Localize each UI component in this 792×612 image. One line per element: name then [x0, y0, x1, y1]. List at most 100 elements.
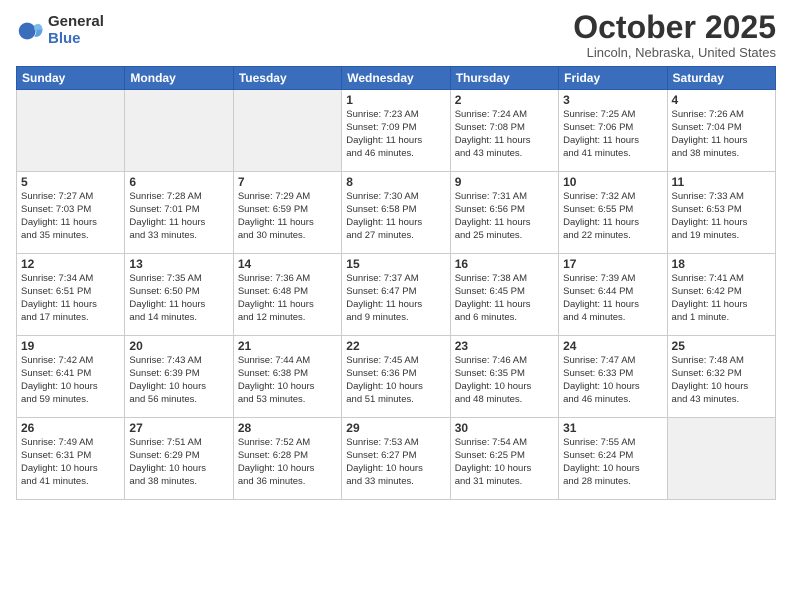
day-info: Sunrise: 7:24 AM Sunset: 7:08 PM Dayligh…	[455, 109, 554, 160]
day-info: Sunrise: 7:38 AM Sunset: 6:45 PM Dayligh…	[455, 273, 554, 324]
day-cell: 30Sunrise: 7:54 AM Sunset: 6:25 PM Dayli…	[450, 418, 558, 500]
day-number: 29	[346, 421, 445, 435]
day-info: Sunrise: 7:26 AM Sunset: 7:04 PM Dayligh…	[672, 109, 771, 160]
col-thursday: Thursday	[450, 67, 558, 90]
day-cell: 5Sunrise: 7:27 AM Sunset: 7:03 PM Daylig…	[17, 172, 125, 254]
day-cell: 27Sunrise: 7:51 AM Sunset: 6:29 PM Dayli…	[125, 418, 233, 500]
day-cell: 2 Sunrise: 7:24 AM Sunset: 7:08 PM Daylig…	[450, 90, 558, 172]
week-row-2: 5Sunrise: 7:27 AM Sunset: 7:03 PM Daylig…	[17, 172, 776, 254]
day-info: Sunrise: 7:32 AM Sunset: 6:55 PM Dayligh…	[563, 191, 662, 242]
day-cell: 13 Sunrise: 7:35 AM Sunset: 6:50 PM Dayli…	[125, 254, 233, 336]
day-number: 17	[563, 257, 662, 271]
day-cell: 4 Sunrise: 7:26 AM Sunset: 7:04 PM Daylig…	[667, 90, 775, 172]
day-cell: 3Sunrise: 7:25 AM Sunset: 7:06 PM Daylig…	[559, 90, 667, 172]
day-info: Sunrise: 7:52 AM Sunset: 6:28 PM Dayligh…	[238, 437, 337, 488]
page-container: General Blue October 2025 Lincoln, Nebra…	[0, 0, 792, 506]
day-info: Sunrise: 7:34 AM Sunset: 6:51 PM Dayligh…	[21, 273, 120, 324]
month-title: October 2025	[573, 10, 776, 45]
day-number: 31	[563, 421, 662, 435]
logo-general: General	[48, 14, 104, 31]
day-number: 23	[455, 339, 554, 353]
week-row-1: 1 Sunrise: 7:23 AM Sunset: 7:09 PM Daylig…	[17, 90, 776, 172]
day-cell	[125, 90, 233, 172]
day-cell: 26Sunrise: 7:49 AM Sunset: 6:31 PM Dayli…	[17, 418, 125, 500]
col-wednesday: Wednesday	[342, 67, 450, 90]
day-info: Sunrise: 7:47 AM Sunset: 6:33 PM Dayligh…	[563, 355, 662, 406]
day-cell: 16 Sunrise: 7:38 AM Sunset: 6:45 PM Dayli…	[450, 254, 558, 336]
day-cell: 31 Sunrise: 7:55 AM Sunset: 6:24 PM Dayli…	[559, 418, 667, 500]
col-monday: Monday	[125, 67, 233, 90]
title-block: October 2025 Lincoln, Nebraska, United S…	[573, 10, 776, 60]
day-info: Sunrise: 7:39 AM Sunset: 6:44 PM Dayligh…	[563, 273, 662, 324]
day-cell: 9Sunrise: 7:31 AM Sunset: 6:56 PM Daylig…	[450, 172, 558, 254]
day-info: Sunrise: 7:48 AM Sunset: 6:32 PM Dayligh…	[672, 355, 771, 406]
day-info: Sunrise: 7:53 AM Sunset: 6:27 PM Dayligh…	[346, 437, 445, 488]
day-number: 14	[238, 257, 337, 271]
day-cell: 15Sunrise: 7:37 AM Sunset: 6:47 PM Dayli…	[342, 254, 450, 336]
day-cell: 6 Sunrise: 7:28 AM Sunset: 7:01 PM Daylig…	[125, 172, 233, 254]
day-cell: 29 Sunrise: 7:53 AM Sunset: 6:27 PM Dayli…	[342, 418, 450, 500]
day-info: Sunrise: 7:44 AM Sunset: 6:38 PM Dayligh…	[238, 355, 337, 406]
day-cell: 28 Sunrise: 7:52 AM Sunset: 6:28 PM Dayli…	[233, 418, 341, 500]
week-row-4: 19 Sunrise: 7:42 AM Sunset: 6:41 PM Dayli…	[17, 336, 776, 418]
day-number: 9	[455, 175, 554, 189]
day-cell: 1 Sunrise: 7:23 AM Sunset: 7:09 PM Daylig…	[342, 90, 450, 172]
day-number: 30	[455, 421, 554, 435]
day-number: 2	[455, 93, 554, 107]
day-info: Sunrise: 7:36 AM Sunset: 6:48 PM Dayligh…	[238, 273, 337, 324]
day-number: 21	[238, 339, 337, 353]
day-info: Sunrise: 7:41 AM Sunset: 6:42 PM Dayligh…	[672, 273, 771, 324]
logo-blue: Blue	[48, 31, 104, 48]
day-number: 24	[563, 339, 662, 353]
day-info: Sunrise: 7:55 AM Sunset: 6:24 PM Dayligh…	[563, 437, 662, 488]
col-tuesday: Tuesday	[233, 67, 341, 90]
day-info: Sunrise: 7:23 AM Sunset: 7:09 PM Dayligh…	[346, 109, 445, 160]
day-info: Sunrise: 7:29 AM Sunset: 6:59 PM Dayligh…	[238, 191, 337, 242]
day-number: 22	[346, 339, 445, 353]
day-number: 7	[238, 175, 337, 189]
day-cell: 18Sunrise: 7:41 AM Sunset: 6:42 PM Dayli…	[667, 254, 775, 336]
day-info: Sunrise: 7:42 AM Sunset: 6:41 PM Dayligh…	[21, 355, 120, 406]
day-info: Sunrise: 7:28 AM Sunset: 7:01 PM Dayligh…	[129, 191, 228, 242]
day-info: Sunrise: 7:45 AM Sunset: 6:36 PM Dayligh…	[346, 355, 445, 406]
day-number: 13	[129, 257, 228, 271]
day-cell: 25Sunrise: 7:48 AM Sunset: 6:32 PM Dayli…	[667, 336, 775, 418]
calendar-header: Sunday Monday Tuesday Wednesday Thursday…	[17, 67, 776, 90]
col-sunday: Sunday	[17, 67, 125, 90]
day-number: 6	[129, 175, 228, 189]
week-row-5: 26Sunrise: 7:49 AM Sunset: 6:31 PM Dayli…	[17, 418, 776, 500]
day-number: 1	[346, 93, 445, 107]
logo-text: General Blue	[48, 14, 104, 47]
day-info: Sunrise: 7:51 AM Sunset: 6:29 PM Dayligh…	[129, 437, 228, 488]
day-cell: 7 Sunrise: 7:29 AM Sunset: 6:59 PM Daylig…	[233, 172, 341, 254]
day-info: Sunrise: 7:27 AM Sunset: 7:03 PM Dayligh…	[21, 191, 120, 242]
day-number: 4	[672, 93, 771, 107]
day-number: 28	[238, 421, 337, 435]
day-cell	[667, 418, 775, 500]
location: Lincoln, Nebraska, United States	[573, 45, 776, 60]
day-info: Sunrise: 7:35 AM Sunset: 6:50 PM Dayligh…	[129, 273, 228, 324]
day-cell	[233, 90, 341, 172]
day-info: Sunrise: 7:46 AM Sunset: 6:35 PM Dayligh…	[455, 355, 554, 406]
day-cell: 21 Sunrise: 7:44 AM Sunset: 6:38 PM Dayli…	[233, 336, 341, 418]
week-row-3: 12Sunrise: 7:34 AM Sunset: 6:51 PM Dayli…	[17, 254, 776, 336]
day-number: 10	[563, 175, 662, 189]
day-cell: 23 Sunrise: 7:46 AM Sunset: 6:35 PM Dayli…	[450, 336, 558, 418]
logo: General Blue	[16, 14, 104, 47]
day-cell: 8Sunrise: 7:30 AM Sunset: 6:58 PM Daylig…	[342, 172, 450, 254]
day-number: 11	[672, 175, 771, 189]
logo-icon	[16, 17, 44, 45]
day-number: 19	[21, 339, 120, 353]
day-cell: 17 Sunrise: 7:39 AM Sunset: 6:44 PM Dayli…	[559, 254, 667, 336]
day-cell: 11 Sunrise: 7:33 AM Sunset: 6:53 PM Dayli…	[667, 172, 775, 254]
day-info: Sunrise: 7:25 AM Sunset: 7:06 PM Dayligh…	[563, 109, 662, 160]
day-number: 16	[455, 257, 554, 271]
day-cell: 12Sunrise: 7:34 AM Sunset: 6:51 PM Dayli…	[17, 254, 125, 336]
day-info: Sunrise: 7:33 AM Sunset: 6:53 PM Dayligh…	[672, 191, 771, 242]
calendar: Sunday Monday Tuesday Wednesday Thursday…	[16, 66, 776, 500]
day-number: 8	[346, 175, 445, 189]
day-number: 15	[346, 257, 445, 271]
calendar-body: 1 Sunrise: 7:23 AM Sunset: 7:09 PM Daylig…	[17, 90, 776, 500]
header-row: Sunday Monday Tuesday Wednesday Thursday…	[17, 67, 776, 90]
day-cell: 20Sunrise: 7:43 AM Sunset: 6:39 PM Dayli…	[125, 336, 233, 418]
